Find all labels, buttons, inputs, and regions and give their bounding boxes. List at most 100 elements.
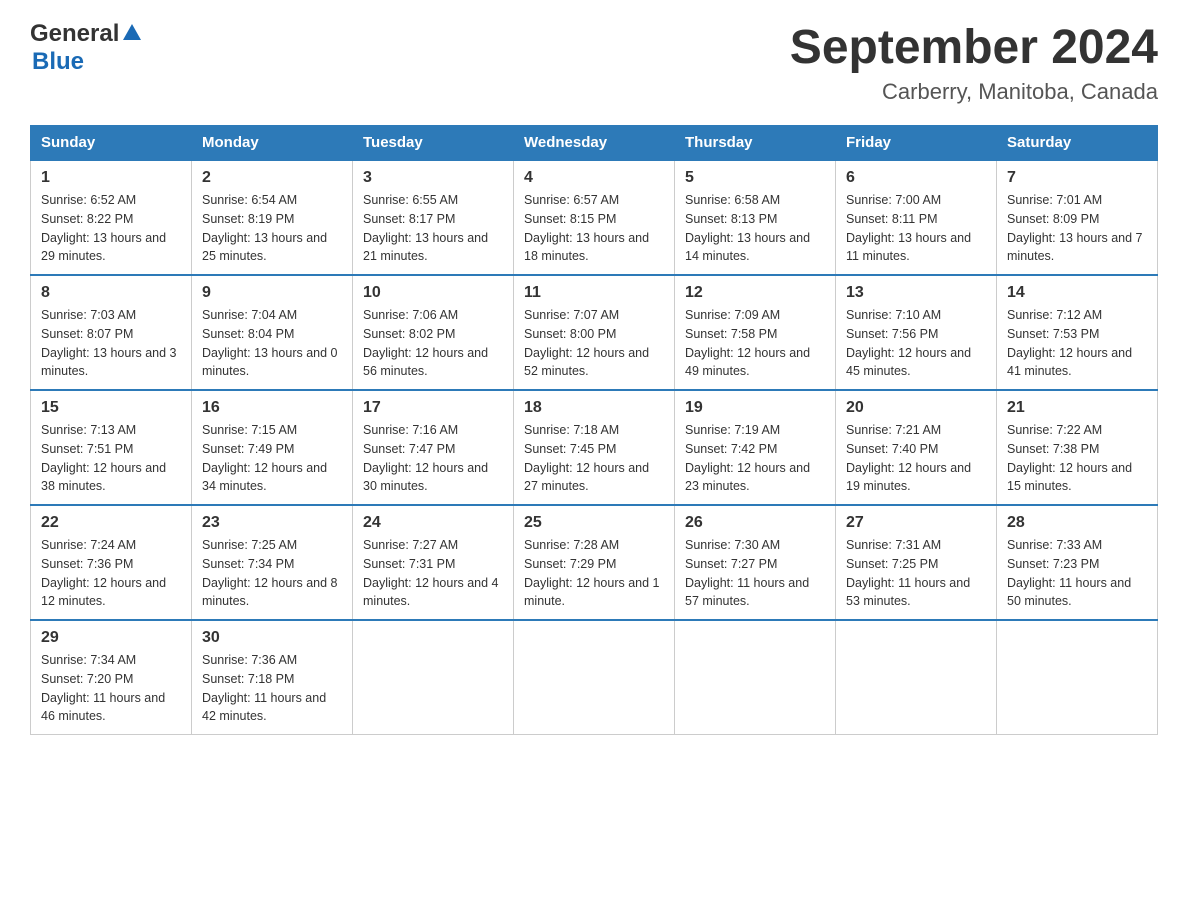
day-header-thursday: Thursday <box>675 126 836 161</box>
calendar-cell: 6 Sunrise: 7:00 AMSunset: 8:11 PMDaylight… <box>836 160 997 275</box>
week-row-5: 29Sunrise: 7:34 AMSunset: 7:20 PMDayligh… <box>31 620 1158 735</box>
day-number: 22 <box>41 514 181 532</box>
day-number: 25 <box>524 514 664 532</box>
day-number: 21 <box>1007 399 1147 417</box>
day-info: Sunrise: 7:12 AMSunset: 7:53 PMDaylight:… <box>1007 306 1147 381</box>
week-row-2: 8Sunrise: 7:03 AMSunset: 8:07 PMDaylight… <box>31 275 1158 390</box>
day-info: Sunrise: 7:03 AMSunset: 8:07 PMDaylight:… <box>41 306 181 381</box>
day-number: 17 <box>363 399 503 417</box>
day-info: Sunrise: 6:58 AMSunset: 8:13 PMDaylight:… <box>685 191 825 266</box>
day-number: 11 <box>524 284 664 302</box>
logo: General Blue <box>30 20 143 76</box>
day-number: 15 <box>41 399 181 417</box>
day-number: 5 <box>685 169 825 187</box>
calendar-cell: 5 Sunrise: 6:58 AMSunset: 8:13 PMDaylight… <box>675 160 836 275</box>
calendar-cell: 10 Sunrise: 7:06 AMSunset: 8:02 PMDayligh… <box>353 275 514 390</box>
calendar-title: September 2024 <box>790 20 1158 75</box>
day-number: 1 <box>41 169 181 187</box>
calendar-cell: 14 Sunrise: 7:12 AMSunset: 7:53 PMDayligh… <box>997 275 1158 390</box>
day-info: Sunrise: 7:33 AMSunset: 7:23 PMDaylight:… <box>1007 536 1147 611</box>
calendar-cell: 26 Sunrise: 7:30 AMSunset: 7:27 PMDayligh… <box>675 505 836 620</box>
calendar-cell: 21 Sunrise: 7:22 AMSunset: 7:38 PMDayligh… <box>997 390 1158 505</box>
calendar-cell <box>353 620 514 735</box>
day-info: Sunrise: 6:52 AMSunset: 8:22 PMDaylight:… <box>41 191 181 266</box>
day-info: Sunrise: 6:57 AMSunset: 8:15 PMDaylight:… <box>524 191 664 266</box>
day-number: 6 <box>846 169 986 187</box>
week-row-1: 1 Sunrise: 6:52 AMSunset: 8:22 PMDaylight… <box>31 160 1158 275</box>
day-info: Sunrise: 7:25 AMSunset: 7:34 PMDaylight:… <box>202 536 342 611</box>
day-header-monday: Monday <box>192 126 353 161</box>
day-number: 14 <box>1007 284 1147 302</box>
day-info: Sunrise: 7:30 AMSunset: 7:27 PMDaylight:… <box>685 536 825 611</box>
calendar-subtitle: Carberry, Manitoba, Canada <box>790 79 1158 105</box>
days-header-row: SundayMondayTuesdayWednesdayThursdayFrid… <box>31 126 1158 161</box>
day-info: Sunrise: 7:13 AMSunset: 7:51 PMDaylight:… <box>41 421 181 496</box>
day-number: 18 <box>524 399 664 417</box>
calendar-cell <box>997 620 1158 735</box>
calendar-cell: 9Sunrise: 7:04 AMSunset: 8:04 PMDaylight… <box>192 275 353 390</box>
calendar-cell: 13Sunrise: 7:10 AMSunset: 7:56 PMDayligh… <box>836 275 997 390</box>
calendar-cell: 20Sunrise: 7:21 AMSunset: 7:40 PMDayligh… <box>836 390 997 505</box>
day-info: Sunrise: 7:06 AMSunset: 8:02 PMDaylight:… <box>363 306 503 381</box>
calendar-cell: 22 Sunrise: 7:24 AMSunset: 7:36 PMDayligh… <box>31 505 192 620</box>
day-info: Sunrise: 7:09 AMSunset: 7:58 PMDaylight:… <box>685 306 825 381</box>
day-info: Sunrise: 7:07 AMSunset: 8:00 PMDaylight:… <box>524 306 664 381</box>
day-number: 12 <box>685 284 825 302</box>
day-number: 30 <box>202 629 342 647</box>
day-number: 2 <box>202 169 342 187</box>
day-number: 10 <box>363 284 503 302</box>
page-header: General Blue September 2024 Carberry, Ma… <box>30 20 1158 105</box>
day-info: Sunrise: 7:36 AMSunset: 7:18 PMDaylight:… <box>202 651 342 726</box>
day-info: Sunrise: 7:00 AMSunset: 8:11 PMDaylight:… <box>846 191 986 266</box>
day-info: Sunrise: 7:22 AMSunset: 7:38 PMDaylight:… <box>1007 421 1147 496</box>
calendar-cell <box>514 620 675 735</box>
calendar-cell: 16 Sunrise: 7:15 AMSunset: 7:49 PMDayligh… <box>192 390 353 505</box>
calendar-table: SundayMondayTuesdayWednesdayThursdayFrid… <box>30 125 1158 735</box>
day-info: Sunrise: 7:27 AMSunset: 7:31 PMDaylight:… <box>363 536 503 611</box>
calendar-cell: 4 Sunrise: 6:57 AMSunset: 8:15 PMDaylight… <box>514 160 675 275</box>
day-number: 7 <box>1007 169 1147 187</box>
day-info: Sunrise: 7:24 AMSunset: 7:36 PMDaylight:… <box>41 536 181 611</box>
day-header-friday: Friday <box>836 126 997 161</box>
day-number: 28 <box>1007 514 1147 532</box>
calendar-cell: 19 Sunrise: 7:19 AMSunset: 7:42 PMDayligh… <box>675 390 836 505</box>
day-info: Sunrise: 6:54 AMSunset: 8:19 PMDaylight:… <box>202 191 342 266</box>
day-info: Sunrise: 7:34 AMSunset: 7:20 PMDaylight:… <box>41 651 181 726</box>
calendar-cell: 28 Sunrise: 7:33 AMSunset: 7:23 PMDayligh… <box>997 505 1158 620</box>
day-header-saturday: Saturday <box>997 126 1158 161</box>
day-number: 20 <box>846 399 986 417</box>
calendar-cell: 30 Sunrise: 7:36 AMSunset: 7:18 PMDayligh… <box>192 620 353 735</box>
title-block: September 2024 Carberry, Manitoba, Canad… <box>790 20 1158 105</box>
day-number: 27 <box>846 514 986 532</box>
calendar-cell: 23Sunrise: 7:25 AMSunset: 7:34 PMDayligh… <box>192 505 353 620</box>
calendar-cell: 29Sunrise: 7:34 AMSunset: 7:20 PMDayligh… <box>31 620 192 735</box>
calendar-cell: 27 Sunrise: 7:31 AMSunset: 7:25 PMDayligh… <box>836 505 997 620</box>
calendar-cell: 17Sunrise: 7:16 AMSunset: 7:47 PMDayligh… <box>353 390 514 505</box>
day-info: Sunrise: 6:55 AMSunset: 8:17 PMDaylight:… <box>363 191 503 266</box>
day-number: 16 <box>202 399 342 417</box>
day-number: 26 <box>685 514 825 532</box>
day-number: 4 <box>524 169 664 187</box>
day-info: Sunrise: 7:31 AMSunset: 7:25 PMDaylight:… <box>846 536 986 611</box>
day-header-tuesday: Tuesday <box>353 126 514 161</box>
day-number: 24 <box>363 514 503 532</box>
calendar-cell: 3Sunrise: 6:55 AMSunset: 8:17 PMDaylight… <box>353 160 514 275</box>
day-info: Sunrise: 7:19 AMSunset: 7:42 PMDaylight:… <box>685 421 825 496</box>
week-row-4: 22 Sunrise: 7:24 AMSunset: 7:36 PMDayligh… <box>31 505 1158 620</box>
calendar-cell: 1 Sunrise: 6:52 AMSunset: 8:22 PMDaylight… <box>31 160 192 275</box>
calendar-cell <box>836 620 997 735</box>
calendar-cell: 11 Sunrise: 7:07 AMSunset: 8:00 PMDayligh… <box>514 275 675 390</box>
day-info: Sunrise: 7:01 AMSunset: 8:09 PMDaylight:… <box>1007 191 1147 266</box>
day-number: 9 <box>202 284 342 302</box>
calendar-cell: 15 Sunrise: 7:13 AMSunset: 7:51 PMDayligh… <box>31 390 192 505</box>
week-row-3: 15 Sunrise: 7:13 AMSunset: 7:51 PMDayligh… <box>31 390 1158 505</box>
calendar-cell <box>675 620 836 735</box>
calendar-cell: 24 Sunrise: 7:27 AMSunset: 7:31 PMDayligh… <box>353 505 514 620</box>
day-info: Sunrise: 7:28 AMSunset: 7:29 PMDaylight:… <box>524 536 664 611</box>
logo-blue-text: Blue <box>32 48 84 75</box>
day-number: 19 <box>685 399 825 417</box>
day-number: 13 <box>846 284 986 302</box>
day-info: Sunrise: 7:15 AMSunset: 7:49 PMDaylight:… <box>202 421 342 496</box>
day-header-sunday: Sunday <box>31 126 192 161</box>
calendar-cell: 8Sunrise: 7:03 AMSunset: 8:07 PMDaylight… <box>31 275 192 390</box>
